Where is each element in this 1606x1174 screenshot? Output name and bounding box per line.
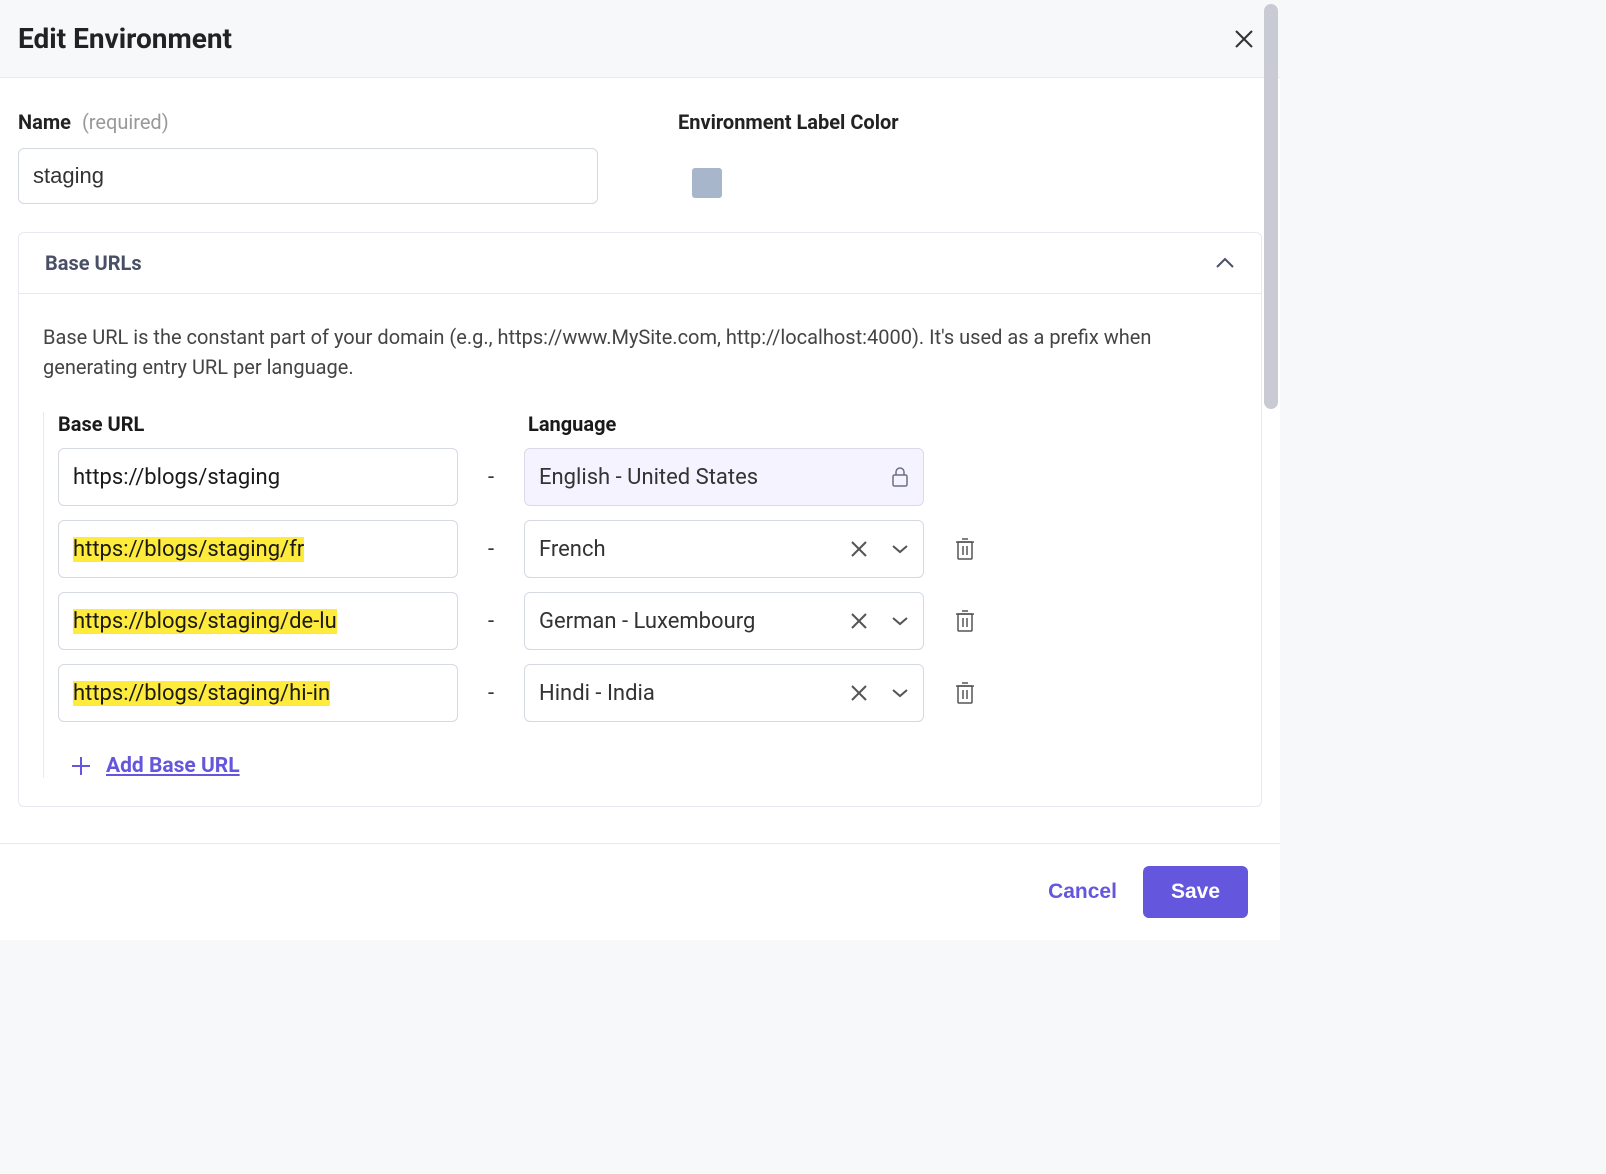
chevron-up-icon xyxy=(1215,257,1235,269)
scrollbar[interactable] xyxy=(1264,4,1278,409)
save-button[interactable]: Save xyxy=(1143,866,1248,918)
col-lang-header: Language xyxy=(528,412,948,436)
clear-icon[interactable] xyxy=(849,683,869,703)
chevron-down-icon[interactable] xyxy=(891,544,909,554)
trash-icon[interactable] xyxy=(954,536,976,562)
color-label: Environment Label Color xyxy=(678,110,899,134)
dash: - xyxy=(476,537,506,562)
base-url-input[interactable]: https://blogs/staging/fr xyxy=(58,520,458,578)
add-base-url-label: Add Base URL xyxy=(106,754,240,778)
top-row: Name (required) Environment Label Color xyxy=(18,110,1262,204)
trash-icon[interactable] xyxy=(954,680,976,706)
clear-icon[interactable] xyxy=(849,539,869,559)
language-select[interactable]: English - United States xyxy=(524,448,924,506)
cancel-button[interactable]: Cancel xyxy=(1048,880,1117,904)
table-row: https://blogs/staging - English - United… xyxy=(58,448,1237,506)
modal-header: Edit Environment xyxy=(0,0,1280,78)
base-url-input[interactable]: https://blogs/staging/de-lu xyxy=(58,592,458,650)
modal-body: Name (required) Environment Label Color … xyxy=(0,78,1280,843)
table-row: https://blogs/staging/de-lu - German - L… xyxy=(58,592,1237,650)
name-label: Name (required) xyxy=(18,110,598,134)
panel-title: Base URLs xyxy=(45,251,142,275)
panel-header[interactable]: Base URLs xyxy=(19,233,1261,294)
lock-icon xyxy=(891,466,909,488)
dash: - xyxy=(476,609,506,634)
modal-footer: Cancel Save xyxy=(0,843,1280,940)
clear-icon[interactable] xyxy=(849,611,869,631)
dash: - xyxy=(476,681,506,706)
color-field-group: Environment Label Color xyxy=(678,110,899,204)
panel-body: Base URL is the constant part of your do… xyxy=(19,294,1261,806)
required-hint: (required) xyxy=(82,110,169,134)
close-icon[interactable] xyxy=(1232,27,1256,51)
base-url-input[interactable]: https://blogs/staging xyxy=(58,448,458,506)
base-url-table: Base URL Language https://blogs/staging … xyxy=(43,412,1237,778)
base-urls-panel: Base URLs Base URL is the constant part … xyxy=(18,232,1262,807)
color-swatch[interactable] xyxy=(692,168,722,198)
table-head: Base URL Language xyxy=(58,412,1237,436)
trash-icon[interactable] xyxy=(954,608,976,634)
col-url-header: Base URL xyxy=(58,412,498,436)
name-field-group: Name (required) xyxy=(18,110,598,204)
chevron-down-icon[interactable] xyxy=(891,688,909,698)
table-row: https://blogs/staging/fr - French xyxy=(58,520,1237,578)
panel-description: Base URL is the constant part of your do… xyxy=(43,322,1237,382)
plus-icon xyxy=(70,755,92,777)
modal-title: Edit Environment xyxy=(18,22,232,55)
language-select[interactable]: Hindi - India xyxy=(524,664,924,722)
name-input[interactable] xyxy=(18,148,598,204)
language-select[interactable]: French xyxy=(524,520,924,578)
table-row: https://blogs/staging/hi-in - Hindi - In… xyxy=(58,664,1237,722)
dash: - xyxy=(476,465,506,490)
edit-environment-modal: Edit Environment Name (required) Environ… xyxy=(0,0,1280,940)
base-url-input[interactable]: https://blogs/staging/hi-in xyxy=(58,664,458,722)
chevron-down-icon[interactable] xyxy=(891,616,909,626)
language-select[interactable]: German - Luxembourg xyxy=(524,592,924,650)
add-base-url-button[interactable]: Add Base URL xyxy=(58,754,1237,778)
